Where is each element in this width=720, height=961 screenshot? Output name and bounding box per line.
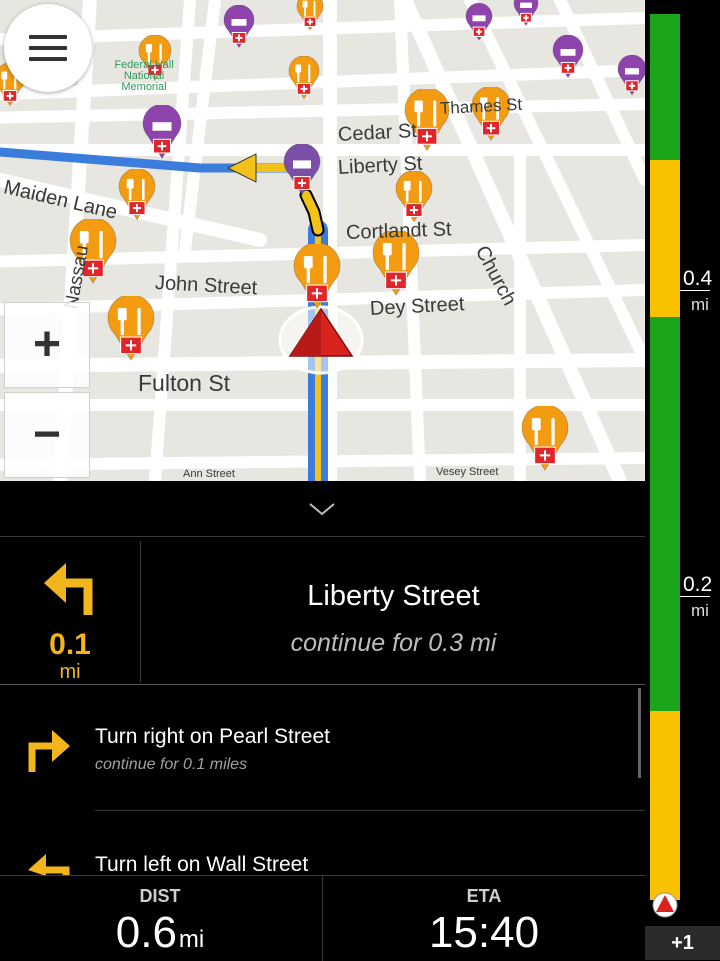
- eta-value: 15:40: [428, 908, 540, 957]
- end-badge: +1: [645, 926, 720, 960]
- dist-label: DIST: [139, 886, 181, 906]
- restaurant-pin-icon[interactable]: [287, 55, 321, 101]
- street-label-cortlandt-st: Cortlandt St: [345, 218, 452, 244]
- turn-left-icon: [44, 563, 93, 615]
- street-label-liberty-st: Liberty St: [337, 152, 423, 179]
- gas-station-pin-icon[interactable]: [282, 144, 322, 197]
- trip-footer: DIST 0.6mi ETA 15:40: [0, 875, 645, 961]
- current-street-name: Liberty Street: [307, 580, 480, 612]
- progress-unit: mi: [691, 601, 709, 620]
- street-label-cedar-st: Cedar St: [337, 119, 418, 146]
- hotel-pin-icon[interactable]: [512, 0, 540, 27]
- route-progress-bar: 0.4 mi 0.2 mi +1: [645, 0, 720, 960]
- current-continue-text: continue for 0.3 mi: [290, 629, 497, 657]
- progress-segment-green: [650, 14, 680, 160]
- zoom-in-button[interactable]: +: [4, 302, 90, 388]
- divider: [0, 684, 645, 685]
- divider: [95, 810, 645, 811]
- dist-unit: mi: [178, 926, 205, 953]
- restaurant-pin-icon[interactable]: [117, 169, 157, 222]
- step-subtitle: continue for 0.1 miles: [95, 756, 248, 773]
- progress-segment-yellow: [650, 160, 680, 317]
- hotel-pin-icon[interactable]: [551, 34, 585, 80]
- divider: [0, 536, 645, 537]
- maneuver-distance-unit: mi: [59, 661, 81, 683]
- divider: [140, 541, 141, 683]
- turn-right-icon: [28, 730, 70, 772]
- restaurant-pin-icon[interactable]: [106, 295, 156, 362]
- turn-left-icon: [28, 854, 70, 876]
- hotel-pin-icon[interactable]: [141, 104, 183, 160]
- divider: [322, 876, 323, 961]
- restaurant-pin-icon[interactable]: [520, 405, 570, 472]
- progress-label-0-2: 0.2: [683, 573, 713, 596]
- map-view[interactable]: Maiden Lane John Street Fulton St Nassau…: [0, 0, 645, 481]
- maneuver-distance: 0.1: [49, 628, 91, 661]
- step-title: Turn right on Pearl Street: [95, 725, 330, 748]
- street-label-vesey-street: Vesey Street: [436, 466, 499, 478]
- current-position-marker: [278, 305, 364, 375]
- zoom-out-button[interactable]: −: [4, 392, 90, 478]
- eta-label: ETA: [466, 886, 502, 906]
- position-marker-icon: [652, 892, 678, 918]
- street-label-ann-street: Ann Street: [183, 468, 235, 480]
- progress-label-0-4: 0.4: [683, 267, 713, 290]
- progress-segment-yellow: [650, 711, 680, 900]
- hotel-pin-icon[interactable]: [616, 55, 645, 97]
- dist-value: 0.6mi: [0, 908, 320, 958]
- scrollbar[interactable]: [638, 688, 641, 778]
- minus-icon: −: [32, 408, 62, 461]
- progress-unit: mi: [691, 295, 709, 314]
- dist-number: 0.6: [115, 908, 177, 957]
- menu-button[interactable]: [4, 4, 92, 92]
- step-title: Turn left on Wall Street: [95, 853, 309, 876]
- restaurant-pin-icon[interactable]: [292, 243, 342, 310]
- plus-icon: +: [32, 318, 62, 371]
- hamburger-icon: [29, 35, 67, 61]
- restaurant-pin-icon[interactable]: [394, 171, 434, 224]
- hotel-pin-icon[interactable]: [464, 2, 494, 42]
- landmark-label-federal-hall: Federal Hall National Memorial: [114, 59, 174, 93]
- progress-segment-green: [650, 317, 680, 711]
- street-label-fulton-st: Fulton St: [138, 370, 231, 396]
- progress-track: [650, 14, 680, 900]
- chevron-down-icon[interactable]: [306, 500, 338, 518]
- restaurant-pin-icon[interactable]: [295, 0, 325, 32]
- hotel-pin-icon[interactable]: [222, 4, 256, 50]
